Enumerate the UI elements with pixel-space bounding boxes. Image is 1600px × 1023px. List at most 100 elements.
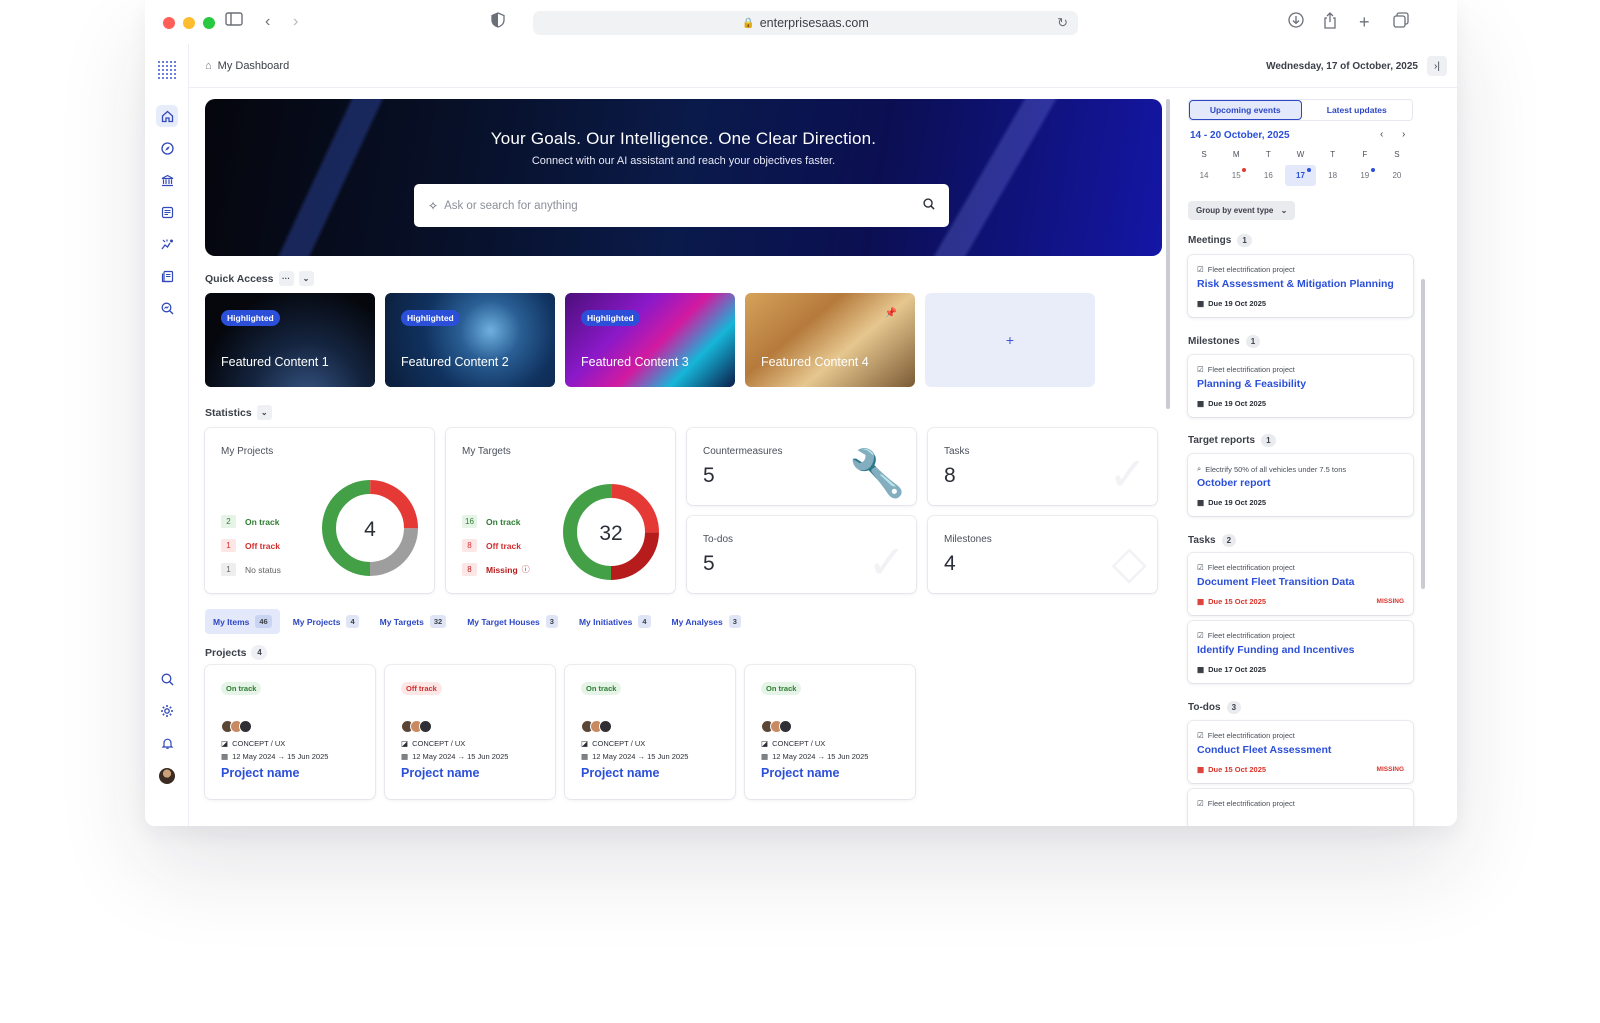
event-card[interactable]: ☑ Fleet electrification project Document … bbox=[1188, 553, 1413, 615]
event-title-link[interactable]: Identify Funding and Incentives bbox=[1197, 644, 1407, 656]
address-bar[interactable]: 🔒 enterprisesaas.com ↻ bbox=[533, 11, 1078, 35]
milestones-tile[interactable]: Milestones 4 ◇ bbox=[928, 516, 1157, 593]
calendar-day[interactable]: 19 bbox=[1350, 165, 1380, 186]
event-title-link[interactable]: Document Fleet Transition Data bbox=[1197, 576, 1407, 588]
chevron-down-icon[interactable]: ⌄ bbox=[298, 271, 314, 286]
tab-my-targets[interactable]: My Targets 32 bbox=[372, 609, 455, 634]
category-icon: ◪ bbox=[761, 739, 769, 748]
search-submit-icon[interactable] bbox=[923, 198, 935, 213]
calendar-day[interactable]: 16 bbox=[1253, 165, 1283, 186]
quick-access-card-2[interactable]: Highlighted Featured Content 2 bbox=[385, 293, 555, 387]
tab-latest-updates[interactable]: Latest updates bbox=[1302, 100, 1413, 120]
my-targets-stat-card[interactable]: My Targets 16 On track 8 Off track 8 Mis… bbox=[446, 428, 675, 593]
close-window-button[interactable] bbox=[163, 17, 175, 29]
tabs-overview-icon[interactable] bbox=[1393, 12, 1409, 34]
tasks-tile[interactable]: Tasks 8 ✓ bbox=[928, 428, 1157, 505]
event-card[interactable]: ☑ Fleet electrification project Risk Asse… bbox=[1188, 255, 1413, 317]
chevron-down-icon[interactable]: ⌄ bbox=[256, 405, 272, 420]
calendar-day[interactable]: 20 bbox=[1382, 165, 1412, 186]
project-card[interactable]: On track ◪ CONCEPT / UX ▦ 12 May 2024 → 15… bbox=[205, 665, 375, 799]
main-content: Your Goals. Our Intelligence. One Clear … bbox=[189, 89, 1164, 826]
user-avatar[interactable] bbox=[159, 768, 175, 784]
browser-chrome: ‹ › 🔒 enterprisesaas.com ↻ + bbox=[145, 0, 1457, 44]
checklist-icon[interactable] bbox=[156, 201, 178, 223]
settings-gear-icon[interactable] bbox=[156, 700, 178, 722]
tab-label: My Projects bbox=[292, 616, 341, 627]
minimize-window-button[interactable] bbox=[183, 17, 195, 29]
calendar-day-today[interactable]: 17 bbox=[1285, 165, 1316, 186]
group-by-dropdown[interactable]: Group by event type ⌄ bbox=[1188, 201, 1296, 220]
quick-access-card-1[interactable]: Highlighted Featured Content 1 bbox=[205, 293, 375, 387]
project-card[interactable]: Off track ◪ CONCEPT / UX ▦ 12 May 2024 → 1… bbox=[385, 665, 555, 799]
analytics-icon[interactable] bbox=[156, 233, 178, 255]
info-icon[interactable]: ⓘ bbox=[522, 564, 530, 575]
event-title-link[interactable]: Risk Assessment & Mitigation Planning bbox=[1197, 278, 1407, 290]
forward-icon[interactable]: › bbox=[293, 12, 298, 32]
tab-my-target-houses[interactable]: My Target Houses 3 bbox=[459, 609, 566, 634]
project-category: ◪ CONCEPT / UX bbox=[761, 739, 825, 748]
share-icon[interactable] bbox=[1323, 12, 1337, 35]
tab-my-items[interactable]: My Items 46 bbox=[205, 609, 280, 634]
download-icon[interactable] bbox=[1288, 12, 1304, 34]
home-icon[interactable] bbox=[156, 105, 178, 127]
event-project: ☑ Fleet electrification project bbox=[1197, 631, 1295, 640]
countermeasures-tile[interactable]: Countermeasures 5 🔧 bbox=[687, 428, 916, 505]
project-card[interactable]: On track ◪ CONCEPT / UX ▦ 12 May 2024 → 15… bbox=[745, 665, 915, 799]
pin-icon[interactable]: 📌 bbox=[885, 308, 897, 319]
calendar-day[interactable]: 15 bbox=[1221, 165, 1251, 186]
main-scrollbar[interactable] bbox=[1166, 99, 1170, 409]
tab-my-initiatives[interactable]: My Initiatives 4 bbox=[571, 609, 659, 634]
tab-my-analyses[interactable]: My Analyses 3 bbox=[664, 609, 749, 634]
add-quick-access-button[interactable]: + bbox=[925, 293, 1095, 387]
project-name-link[interactable]: Project name bbox=[761, 766, 840, 780]
reload-icon[interactable]: ↻ bbox=[1057, 15, 1068, 31]
ai-search-input[interactable] bbox=[444, 199, 923, 212]
week-range: 14 - 20 October, 2025 bbox=[1190, 130, 1290, 141]
stat-card-title: My Targets bbox=[462, 446, 511, 457]
previous-week-icon[interactable]: ‹ bbox=[1380, 129, 1383, 140]
event-title-link[interactable]: Planning & Feasibility bbox=[1197, 378, 1407, 390]
new-tab-icon[interactable]: + bbox=[1359, 12, 1370, 32]
calendar-day[interactable]: 18 bbox=[1318, 165, 1348, 186]
event-card[interactable]: ☑ Fleet electrification project Identify … bbox=[1188, 621, 1413, 683]
wrench-icon: 🔧 bbox=[848, 447, 906, 499]
event-card[interactable]: ⌕ Electrify 50% of all vehicles under 7.5… bbox=[1188, 454, 1413, 516]
to-dos-tile[interactable]: To-dos 5 ✓ bbox=[687, 516, 916, 593]
project-name-link[interactable]: Project name bbox=[221, 766, 300, 780]
my-projects-stat-card[interactable]: My Projects 2 On track 1 Off track 1 No … bbox=[205, 428, 434, 593]
library-icon[interactable] bbox=[156, 265, 178, 287]
back-icon[interactable]: ‹ bbox=[265, 12, 270, 32]
ai-search-box[interactable]: ✧ bbox=[414, 184, 949, 227]
side-panel-scrollbar[interactable] bbox=[1421, 279, 1425, 589]
compass-icon[interactable] bbox=[156, 137, 178, 159]
project-name-link[interactable]: Project name bbox=[581, 766, 660, 780]
tab-upcoming-events[interactable]: Upcoming events bbox=[1189, 100, 1302, 120]
project-card[interactable]: On track ◪ CONCEPT / UX ▦ 12 May 2024 → 15… bbox=[565, 665, 735, 799]
app-logo-icon[interactable] bbox=[158, 61, 176, 79]
event-title-link[interactable]: Conduct Fleet Assessment bbox=[1197, 744, 1407, 756]
institution-icon[interactable] bbox=[156, 169, 178, 191]
event-card[interactable]: ☑ Fleet electrification project Planning … bbox=[1188, 355, 1413, 417]
project-name-link[interactable]: Project name bbox=[401, 766, 480, 780]
event-title-link[interactable]: October report bbox=[1197, 477, 1407, 489]
search-insights-icon[interactable] bbox=[156, 297, 178, 319]
notification-bell-icon[interactable] bbox=[156, 732, 178, 754]
collapse-panel-button[interactable]: ›| bbox=[1427, 56, 1447, 76]
breadcrumb[interactable]: ⌂ My Dashboard bbox=[205, 60, 289, 72]
sidebar-toggle-icon[interactable] bbox=[225, 12, 243, 32]
maximize-window-button[interactable] bbox=[203, 17, 215, 29]
next-week-icon[interactable]: › bbox=[1402, 129, 1405, 140]
event-card[interactable]: ☑ Fleet electrification project Conduct F… bbox=[1188, 721, 1413, 783]
quick-access-card-3[interactable]: Highlighted Featured Content 3 bbox=[565, 293, 735, 387]
category-text: CONCEPT / UX bbox=[592, 739, 646, 748]
quick-access-card-4[interactable]: 📌 Featured Content 4 bbox=[745, 293, 915, 387]
search-icon[interactable] bbox=[156, 668, 178, 690]
quick-access-more-button[interactable]: ··· bbox=[278, 271, 294, 286]
dates-text: 12 May 2024 → 15 Jun 2025 bbox=[232, 752, 329, 761]
tab-my-projects[interactable]: My Projects 4 bbox=[285, 609, 367, 634]
calendar-day[interactable]: 14 bbox=[1189, 165, 1219, 186]
calendar-icon: ▦ bbox=[1197, 665, 1205, 674]
privacy-shield-icon[interactable] bbox=[491, 12, 505, 34]
event-card[interactable]: ☑ Fleet electrification project bbox=[1188, 789, 1413, 826]
tile-value: 8 bbox=[944, 464, 956, 487]
